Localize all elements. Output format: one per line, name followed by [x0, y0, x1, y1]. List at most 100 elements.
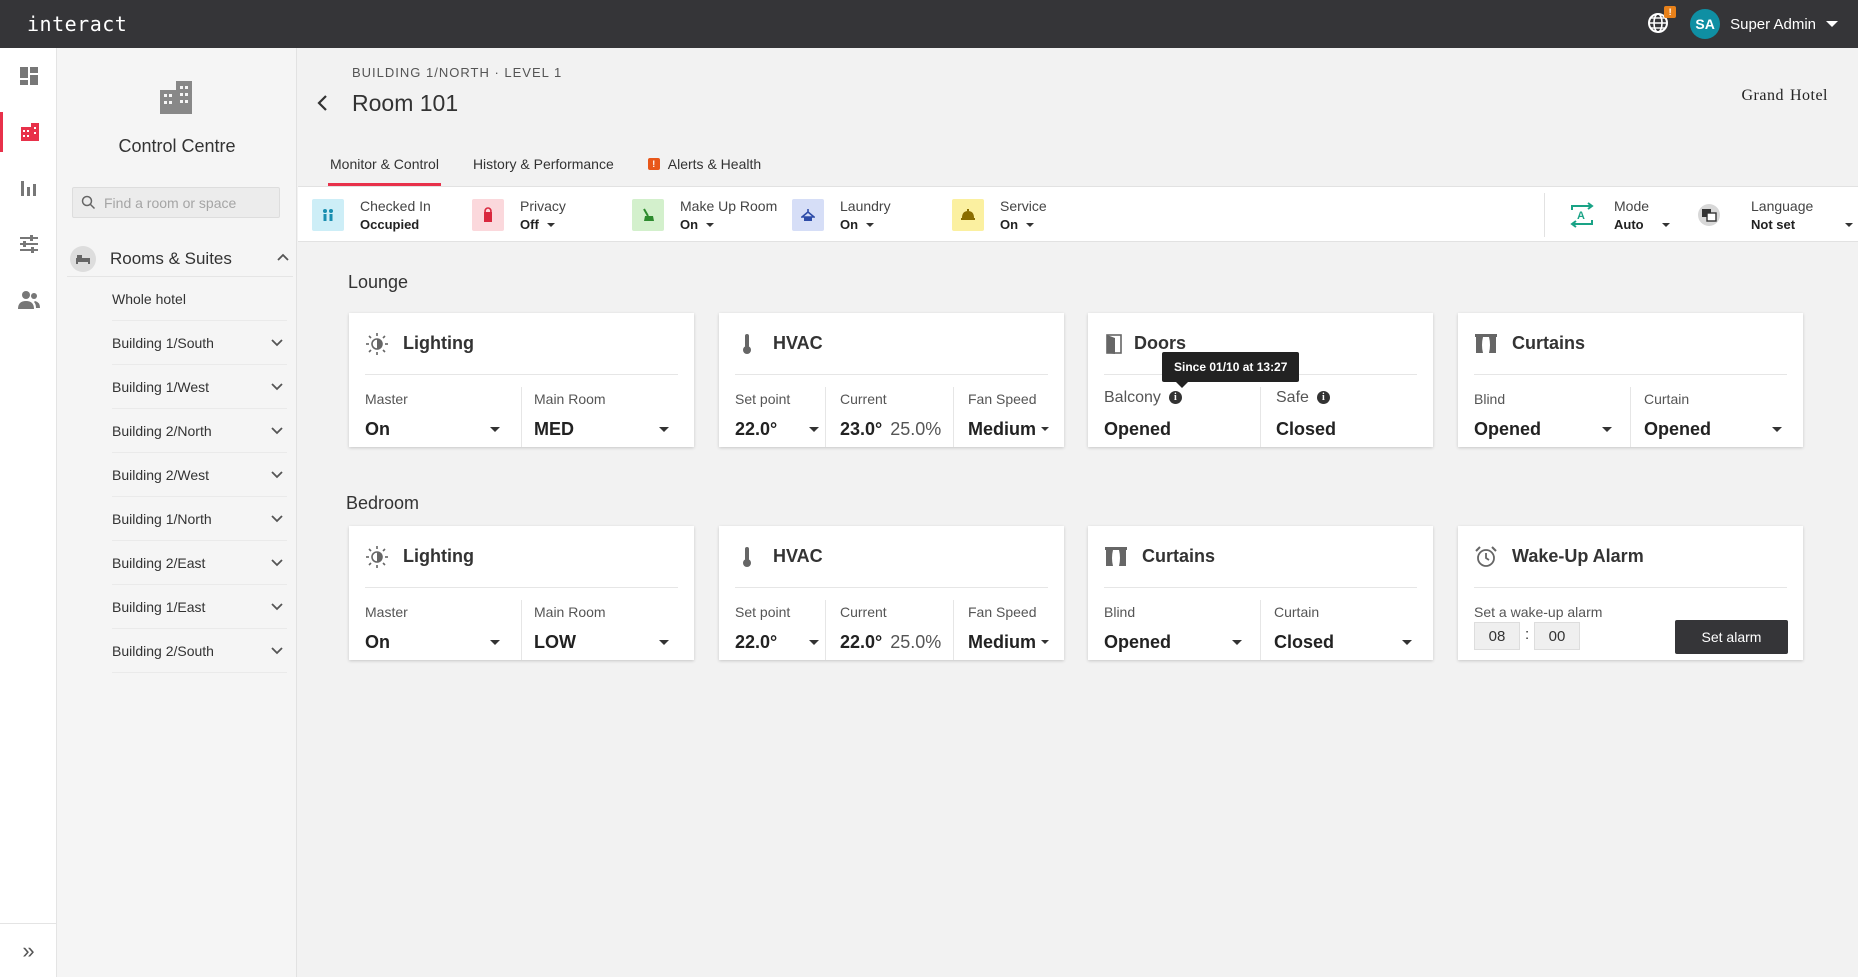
tab-alerts-health[interactable]: ! Alerts & Health [646, 150, 763, 186]
lighting-master-control[interactable]: Master On [365, 375, 505, 447]
control-label: Master [365, 604, 408, 620]
bedroom-curtains-card: Curtains Blind Opened Curtain Closed [1088, 526, 1433, 660]
guests-icon [312, 199, 344, 231]
status-privacy[interactable]: Privacy Off [472, 187, 566, 243]
sidebar-item-building[interactable]: Building 1/North [112, 497, 287, 541]
sidebar-item-building[interactable]: Building 1/East [112, 585, 287, 629]
user-name[interactable]: Super Admin [1730, 16, 1816, 33]
lighting-main-room-control[interactable]: Main Room LOW [534, 588, 674, 660]
rail-control-centre[interactable] [0, 112, 57, 152]
language-globe-button[interactable]: ! [1646, 6, 1677, 37]
hvac-fan-speed-control[interactable]: Fan Speed Medium [968, 588, 1053, 660]
alarm-hour-input[interactable]: 08 [1474, 622, 1520, 650]
current-temperature: 22.0° [840, 632, 883, 652]
status-make-up-room[interactable]: Make Up Room On [632, 187, 777, 243]
alarm-minute-input[interactable]: 00 [1534, 622, 1580, 650]
control-label: Blind [1474, 391, 1506, 407]
chevron-down-icon[interactable] [271, 603, 283, 611]
alarm-label: Set a wake-up alarm [1474, 604, 1603, 620]
divider [953, 600, 954, 660]
rooms-suites-header[interactable]: Rooms & Suites [67, 241, 293, 277]
alarm-clock-icon [1475, 545, 1497, 567]
sidebar-item-label: Building 2/North [112, 422, 212, 439]
caret-down-icon [1845, 222, 1854, 227]
chevron-up-icon[interactable] [277, 253, 289, 261]
control-label: Fan Speed [968, 391, 1037, 407]
lighting-master-control[interactable]: Master On [365, 588, 505, 660]
status-value: On [680, 217, 699, 232]
status-service[interactable]: Service On [952, 187, 1047, 243]
status-mode[interactable]: A Mode Auto [1566, 187, 1670, 243]
sidebar-item-building[interactable]: Building 2/West [112, 453, 287, 497]
sidebar-item-building[interactable]: Building 2/East [112, 541, 287, 585]
card-header: HVAC [735, 526, 1048, 588]
rail-analytics[interactable] [0, 168, 57, 208]
chevron-down-icon[interactable] [271, 383, 283, 391]
chevron-down-icon[interactable] [271, 471, 283, 479]
status-label: Make Up Room [680, 198, 778, 214]
bar-chart-icon [20, 181, 36, 196]
status-language[interactable]: Language Not set [1693, 187, 1854, 243]
section-title-lounge: Lounge [348, 272, 409, 292]
hvac-setpoint-control[interactable]: Set point 22.0° [735, 588, 819, 660]
lounge-curtains-card: Curtains Blind Opened Curtain Opened [1458, 313, 1803, 447]
hvac-fan-speed-control[interactable]: Fan Speed Medium [968, 375, 1053, 447]
expand-rail-button[interactable]: » [0, 923, 57, 977]
user-menu-caret-icon[interactable] [1826, 21, 1838, 27]
chevron-down-icon[interactable] [271, 339, 283, 347]
caret-down-icon [706, 222, 715, 227]
blind-control[interactable]: Blind Opened [1104, 588, 1244, 660]
sidebar-item-building[interactable]: Building 1/West [112, 365, 287, 409]
sidebar-item-whole-hotel[interactable]: Whole hotel [112, 277, 287, 321]
caret-down-icon [546, 222, 555, 227]
rail-users[interactable] [0, 280, 57, 320]
chevron-down-icon[interactable] [271, 515, 283, 523]
sidebar-item-building[interactable]: Building 2/South [112, 629, 287, 673]
hvac-setpoint-control[interactable]: Set point 22.0° [735, 375, 819, 447]
card-title: Lighting [403, 546, 474, 566]
sidebar-item-building[interactable]: Building 2/North [112, 409, 287, 453]
lighting-main-room-control[interactable]: Main Room MED [534, 375, 674, 447]
users-icon [17, 291, 40, 309]
breadcrumb[interactable]: BUILDING 1/NORTH · LEVEL 1 [352, 65, 562, 80]
status-label: Language [1751, 198, 1814, 214]
chevron-down-icon[interactable] [271, 427, 283, 435]
tab-history-performance[interactable]: History & Performance [471, 150, 616, 186]
info-icon[interactable]: i [1168, 391, 1182, 405]
status-checked-in[interactable]: Checked In Occupied [312, 187, 431, 243]
card-header: Wake-Up Alarm [1474, 526, 1787, 588]
caret-down-icon [490, 640, 500, 645]
rail-dashboard[interactable] [0, 56, 57, 96]
caret-down-icon [1602, 427, 1612, 432]
tab-label: Alerts & Health [667, 156, 762, 172]
control-value: Closed [1274, 632, 1335, 652]
set-alarm-button[interactable]: Set alarm [1675, 620, 1788, 654]
card-title: Curtains [1512, 333, 1586, 353]
control-value: LOW [534, 632, 576, 652]
caret-down-icon [1041, 640, 1049, 644]
rail-settings[interactable] [0, 224, 57, 264]
divider [825, 600, 826, 660]
avatar[interactable]: SA [1690, 9, 1721, 39]
do-not-disturb-icon [472, 199, 504, 231]
auto-mode-icon: A [1566, 199, 1598, 231]
curtain-control[interactable]: Curtain Closed [1274, 588, 1414, 660]
tab-monitor-control[interactable]: Monitor & Control [328, 150, 441, 186]
curtain-control[interactable]: Curtain Opened [1644, 375, 1784, 447]
divider [521, 387, 522, 447]
status-value: Occupied [360, 217, 420, 232]
search-input[interactable] [104, 194, 274, 211]
blind-control[interactable]: Blind Opened [1474, 375, 1614, 447]
status-laundry[interactable]: Laundry On [792, 187, 891, 243]
chevron-down-icon[interactable] [271, 559, 283, 567]
sidebar-item-building[interactable]: Building 1/South [112, 321, 287, 365]
door-safe-status: Safe i Closed [1276, 375, 1416, 447]
caret-down-icon [659, 640, 669, 645]
chevron-down-icon[interactable] [271, 647, 283, 655]
back-arrow-icon[interactable] [316, 92, 330, 114]
control-value: Opened [1644, 419, 1712, 439]
thermometer-icon [743, 333, 751, 354]
card-title: HVAC [773, 333, 823, 353]
info-icon[interactable]: i [1316, 391, 1330, 405]
app-brand[interactable]: interact [27, 12, 127, 36]
